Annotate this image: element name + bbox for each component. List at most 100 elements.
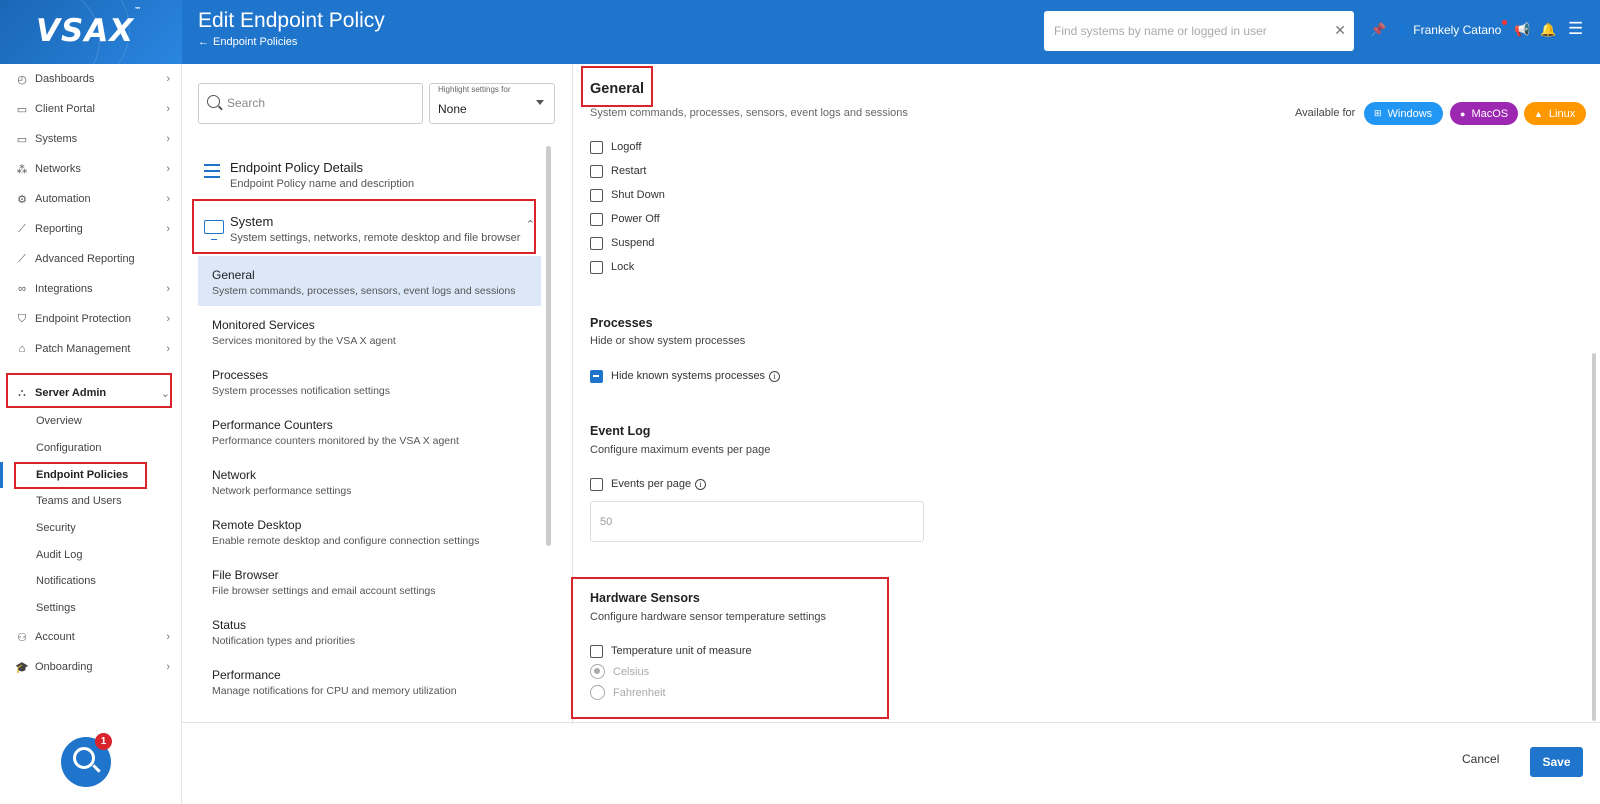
- events-per-page-input[interactable]: [590, 501, 924, 542]
- sidebar-item-endpoint-protection[interactable]: ⛉ Endpoint Protection ›: [0, 304, 182, 334]
- sidebar-sub-overview[interactable]: Overview: [36, 415, 82, 427]
- sidebar-item-reporting[interactable]: ⟋ Reporting ›: [0, 214, 182, 244]
- system-search-input[interactable]: [1044, 11, 1314, 51]
- settings-search[interactable]: [198, 83, 423, 124]
- save-button[interactable]: Save: [1530, 747, 1583, 777]
- highlight-settings-select[interactable]: Highlight settings for None: [429, 83, 555, 124]
- megaphone-icon[interactable]: 📢: [1514, 22, 1530, 38]
- dashboard-icon: ◴: [17, 73, 27, 86]
- hamburger-menu-icon[interactable]: ☰: [1568, 19, 1583, 39]
- sidebar-sub-notifications[interactable]: Notifications: [36, 575, 96, 587]
- subsection-file-browser[interactable]: File Browser File browser settings and em…: [198, 556, 541, 606]
- sidebar-item-automation[interactable]: ⚙ Automation ›: [0, 184, 182, 214]
- infinity-icon: ∞: [18, 283, 26, 295]
- event-log-title: Event Log: [590, 424, 651, 438]
- checkbox[interactable]: [590, 188, 603, 202]
- sidebar-sub-teams-and-users[interactable]: Teams and Users: [36, 495, 122, 507]
- top-header: VSAX™ Edit Endpoint Policy ← Endpoint Pol…: [0, 0, 1600, 64]
- checkbox[interactable]: [590, 212, 603, 226]
- subsection-network[interactable]: Network Network performance settings: [198, 456, 541, 506]
- checkbox-suspend[interactable]: Suspend: [590, 235, 654, 251]
- cancel-button[interactable]: Cancel: [1462, 752, 1499, 766]
- subsection-performance[interactable]: Performance Manage notifications for CPU …: [198, 656, 541, 706]
- sidebar-item-account[interactable]: ⚇ Account ›: [0, 622, 182, 652]
- system-search[interactable]: ✕: [1044, 11, 1354, 51]
- close-icon[interactable]: ✕: [1334, 22, 1346, 39]
- checkbox-shut-down[interactable]: Shut Down: [590, 187, 665, 203]
- checkbox[interactable]: [590, 164, 603, 178]
- sidebar-item-onboarding[interactable]: 🎓 Onboarding ›: [0, 652, 182, 682]
- sidebar-sub-settings[interactable]: Settings: [36, 602, 76, 614]
- footer-divider: [182, 722, 1600, 723]
- sidebar-item-integrations[interactable]: ∞ Integrations ›: [0, 274, 182, 304]
- available-for-label: Available for: [1295, 107, 1356, 119]
- info-icon[interactable]: i: [695, 478, 707, 490]
- checkbox-indeterminate[interactable]: [590, 369, 603, 383]
- chevron-right-icon: ›: [166, 73, 170, 85]
- checkbox-restart[interactable]: Restart: [590, 163, 646, 179]
- highlight-box-server-admin: [6, 373, 172, 408]
- content-scrollbar[interactable]: [1592, 353, 1596, 721]
- gears-icon: ⚙: [17, 193, 27, 206]
- checkbox-power-off[interactable]: Power Off: [590, 211, 660, 227]
- arrow-left-icon: ←: [198, 36, 209, 48]
- highlight-box-general: [581, 66, 653, 107]
- subsection-processes[interactable]: Processes System processes notification s…: [198, 356, 541, 406]
- events-per-page-field[interactable]: [591, 502, 891, 541]
- sidebar-item-advanced-reporting[interactable]: ⟋ Advanced Reporting: [0, 244, 182, 274]
- tree-endpoint-policy-details[interactable]: Endpoint Policy Details Endpoint Policy …: [198, 160, 543, 194]
- sidebar-sub-security[interactable]: Security: [36, 522, 76, 534]
- info-icon[interactable]: i: [769, 370, 781, 382]
- highlight-value: None: [438, 102, 467, 116]
- os-pill-macos: ● MacOS: [1450, 102, 1518, 125]
- chart-icon: ⟋: [18, 252, 26, 265]
- checkbox[interactable]: [590, 236, 603, 250]
- user-icon: 👤: [1395, 23, 1410, 37]
- linux-icon: ▲: [1534, 108, 1543, 119]
- processes-title: Processes: [590, 316, 653, 330]
- bell-icon[interactable]: 🔔: [1540, 22, 1556, 38]
- sidebar-item-client-portal[interactable]: ▭ Client Portal ›: [0, 94, 182, 124]
- checkbox[interactable]: [590, 140, 603, 154]
- subsection-performance-counters[interactable]: Performance Counters Performance counters…: [198, 406, 541, 456]
- sidebar-item-dashboards[interactable]: ◴ Dashboards ›: [0, 64, 182, 94]
- middle-scrollbar[interactable]: [546, 146, 551, 546]
- subsection-general[interactable]: General System commands, processes, senso…: [198, 256, 541, 306]
- subsection-monitored-services[interactable]: Monitored Services Services monitored by …: [198, 306, 541, 356]
- sidebar-sub-audit-log[interactable]: Audit Log: [36, 549, 82, 561]
- sidebar-sub-configuration[interactable]: Configuration: [36, 442, 101, 454]
- event-log-subtitle: Configure maximum events per page: [590, 444, 771, 456]
- highlight-box-system: [192, 199, 536, 254]
- checkbox[interactable]: [590, 260, 603, 274]
- subsection-remote-desktop[interactable]: Remote Desktop Enable remote desktop and …: [198, 506, 541, 556]
- processes-subtitle: Hide or show system processes: [590, 335, 746, 347]
- chevron-right-icon: ›: [166, 193, 170, 205]
- checkbox[interactable]: [590, 477, 603, 491]
- checkbox-events-per-page[interactable]: Events per page i: [590, 476, 707, 492]
- caret-down-icon: [536, 100, 544, 105]
- sidebar-item-patch-management[interactable]: ⌂ Patch Management ›: [0, 334, 182, 364]
- checkbox-logoff[interactable]: Logoff: [590, 139, 641, 155]
- user-menu[interactable]: 👤 Frankely Catano: [1395, 20, 1508, 37]
- highlight-box-hardware-sensors: [571, 577, 889, 719]
- chevron-right-icon: ›: [166, 313, 170, 325]
- chevron-right-icon: ›: [166, 103, 170, 115]
- chevron-right-icon: ›: [166, 223, 170, 235]
- settings-search-input[interactable]: [227, 96, 407, 110]
- subsection-status[interactable]: Status Notification types and priorities: [198, 606, 541, 656]
- monitor-icon: ▭: [16, 133, 28, 146]
- sidebar-item-systems[interactable]: ▭ Systems ›: [0, 124, 182, 154]
- checkbox-lock[interactable]: Lock: [590, 259, 634, 275]
- back-link[interactable]: ← Endpoint Policies: [198, 36, 297, 48]
- pin-icon[interactable]: 📌: [1370, 22, 1386, 38]
- active-indicator: [0, 462, 3, 488]
- os-pill-windows: ⊞ Windows: [1364, 102, 1443, 125]
- shield-icon: ⛉: [17, 312, 27, 325]
- vsax-logo[interactable]: VSAX™: [36, 6, 142, 49]
- chevron-right-icon: ›: [166, 133, 170, 145]
- sidebar-item-networks[interactable]: ⁂ Networks ›: [0, 154, 182, 184]
- logo-area[interactable]: VSAX™: [0, 0, 182, 64]
- chevron-right-icon: ›: [166, 283, 170, 295]
- chevron-right-icon: ›: [166, 661, 170, 673]
- checkbox-hide-known-processes[interactable]: Hide known systems processes i: [590, 368, 781, 384]
